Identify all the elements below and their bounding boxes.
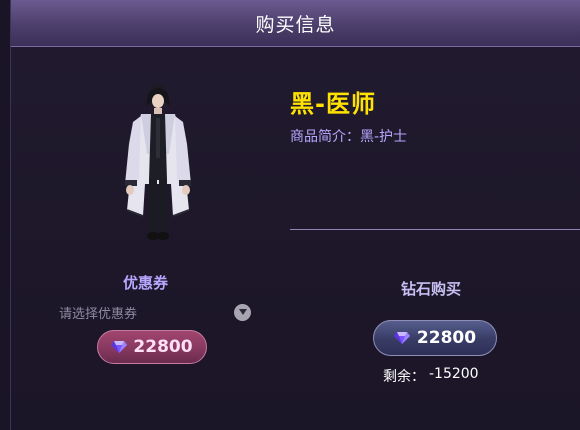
- remaining-balance: 剩余： -15200: [383, 366, 479, 386]
- coupon-title: 优惠券: [123, 274, 169, 292]
- item-name: 黑-医师: [290, 90, 376, 118]
- dialog-title: 购买信息: [255, 13, 336, 36]
- diamond-icon: [393, 331, 410, 345]
- character-portrait: [125, 85, 191, 240]
- coupon-select[interactable]: 请选择优惠券: [59, 302, 251, 322]
- diamond-buy-button[interactable]: 22800: [373, 320, 497, 356]
- coupon-buy-button[interactable]: 22800: [97, 330, 207, 364]
- diamond-price-value: 22800: [416, 328, 477, 348]
- purchase-dialog: 购买信息 黑-医师 商品简介：黑-护士 优惠券 请选择优惠券 22800 钻石购…: [10, 0, 580, 430]
- coupon-price-value: 22800: [133, 337, 193, 357]
- diamond-buy-title: 钻石购买: [401, 280, 462, 298]
- chevron-down-icon[interactable]: [234, 303, 251, 321]
- item-description: 商品简介：黑-护士: [290, 129, 408, 145]
- dialog-header: 购买信息: [11, 0, 580, 47]
- divider: [290, 229, 580, 230]
- remaining-label: 剩余：: [383, 369, 425, 385]
- coupon-placeholder: 请选择优惠券: [59, 306, 138, 322]
- diamond-icon: [111, 340, 128, 354]
- remaining-value: -15200: [429, 366, 479, 382]
